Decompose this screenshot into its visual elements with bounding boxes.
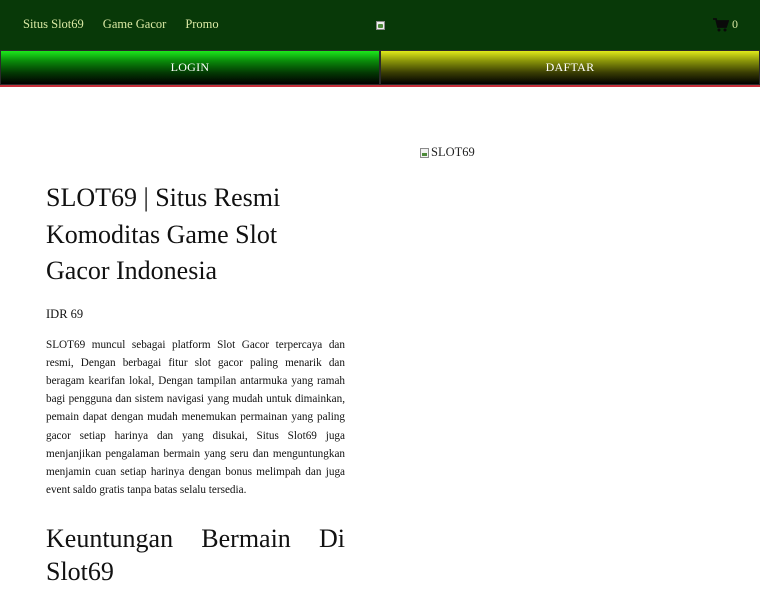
daftar-button[interactable]: DAFTAR bbox=[380, 50, 760, 85]
main-nav: Situs Slot69 Game Gacor Promo bbox=[23, 17, 219, 32]
nav-link-situs-slot69[interactable]: Situs Slot69 bbox=[23, 17, 84, 32]
product-content: SLOT69 | Situs Resmi Komoditas Game Slot… bbox=[46, 180, 345, 588]
shopping-cart-icon bbox=[713, 17, 729, 31]
page-title: SLOT69 | Situs Resmi Komoditas Game Slot… bbox=[46, 183, 281, 285]
section-heading-word: Bermain bbox=[201, 524, 291, 554]
top-navbar: Situs Slot69 Game Gacor Promo 0 bbox=[0, 0, 760, 50]
nav-link-game-gacor[interactable]: Game Gacor bbox=[103, 17, 167, 32]
section-heading-tail: Slot69 bbox=[46, 557, 114, 587]
section-heading: Keuntungan Bermain Di Slot69 bbox=[46, 522, 345, 588]
section-heading-word: Di bbox=[319, 524, 345, 554]
hero-image: SLOT69 bbox=[420, 145, 475, 160]
section-heading-word: Keuntungan bbox=[46, 524, 174, 554]
product-price: IDR 69 bbox=[46, 306, 84, 321]
broken-image-icon bbox=[420, 147, 429, 158]
cart-button[interactable]: 0 bbox=[713, 17, 738, 32]
product-description: SLOT69 muncul sebagai platform Slot Gaco… bbox=[46, 338, 345, 497]
auth-button-bar: LOGIN DAFTAR bbox=[0, 50, 760, 87]
hero-image-alt: SLOT69 bbox=[431, 145, 475, 159]
broken-image-icon[interactable] bbox=[376, 21, 386, 31]
nav-link-promo[interactable]: Promo bbox=[185, 17, 218, 32]
cart-count: 0 bbox=[732, 17, 738, 31]
login-button[interactable]: LOGIN bbox=[0, 50, 380, 85]
